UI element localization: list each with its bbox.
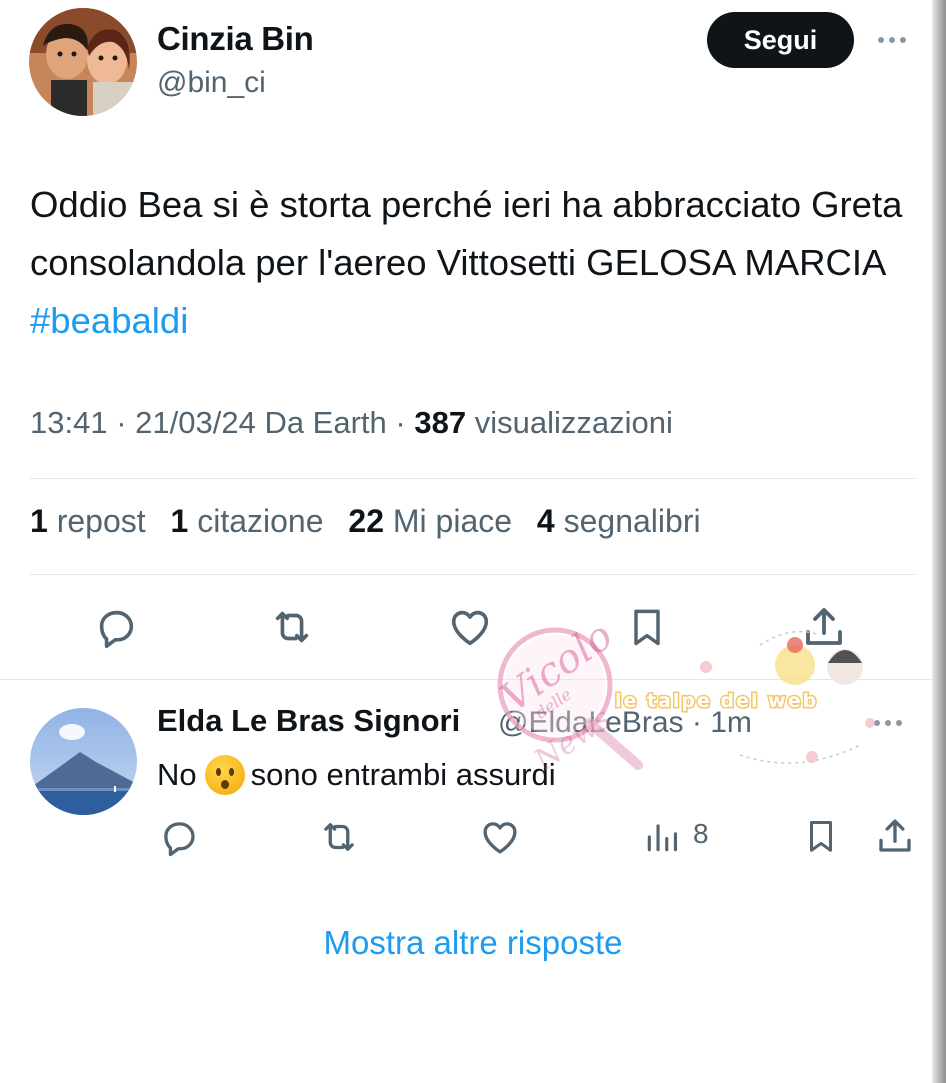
bookmark-icon[interactable] — [624, 603, 670, 651]
divider — [30, 574, 916, 575]
author-avatar[interactable] — [29, 8, 137, 116]
like-icon[interactable] — [478, 816, 522, 858]
reply-more-options-icon[interactable] — [874, 720, 902, 726]
views-icon[interactable] — [642, 818, 682, 856]
show-more-replies-link[interactable]: Mostra altre risposte — [0, 924, 946, 962]
share-icon[interactable] — [873, 814, 917, 858]
repost-icon[interactable] — [315, 816, 363, 858]
views-label: visualizzazioni — [474, 405, 673, 440]
like-icon[interactable] — [445, 603, 495, 651]
bookmark-icon[interactable] — [801, 814, 841, 858]
tweet-text: Oddio Bea si è storta perché ieri ha abb… — [30, 176, 920, 350]
share-icon[interactable] — [799, 603, 849, 651]
divider — [0, 679, 932, 680]
engagement-stats: 1 repost 1 citazione 22 Mi piace 4 segna… — [30, 503, 717, 540]
hashtag-link[interactable]: #beabaldi — [30, 300, 188, 341]
reply-author-handle[interactable]: @EldaLeBras — [498, 706, 684, 739]
reply-text: No sono entrambi assurdi — [157, 755, 556, 795]
follow-button[interactable]: Segui — [707, 12, 854, 68]
repost-icon[interactable] — [266, 603, 318, 651]
tweet-time[interactable]: 13:41 — [30, 405, 108, 440]
tweet-date[interactable]: 21/03/24 — [135, 405, 256, 440]
views-count: 387 — [414, 405, 467, 440]
reply-text-after: sono entrambi assurdi — [250, 757, 556, 792]
tweet-meta: 13:41 · 21/03/24 Da Earth · 387 visualiz… — [30, 405, 673, 440]
quotes-stat[interactable]: 1 citazione — [171, 503, 324, 539]
reply-icon[interactable] — [157, 816, 201, 858]
reply-icon[interactable] — [92, 603, 140, 651]
author-name[interactable]: Cinzia Bin — [157, 20, 314, 58]
reply-text-before: No — [157, 757, 197, 792]
reply-author-avatar[interactable] — [30, 708, 137, 815]
reply-time[interactable]: 1m — [710, 706, 752, 739]
reply-author-name[interactable]: Elda Le Bras Signori — [157, 703, 460, 739]
tweet-source: Da Earth — [264, 405, 387, 440]
reply-handle-time[interactable]: @EldaLeBras · 1m — [498, 706, 752, 740]
screen-edge — [932, 0, 946, 1083]
author-handle[interactable]: @bin_ci — [157, 66, 266, 100]
bookmarks-stat[interactable]: 4 segnalibri — [537, 503, 701, 539]
more-options-icon[interactable] — [878, 37, 906, 43]
reply-views-count: 8 — [693, 818, 709, 849]
reposts-stat[interactable]: 1 repost — [30, 503, 146, 539]
hushed-face-emoji — [204, 755, 245, 795]
divider — [30, 478, 916, 479]
likes-stat[interactable]: 22 Mi piace — [348, 503, 512, 539]
tweet-body: Oddio Bea si è storta perché ieri ha abb… — [30, 184, 903, 283]
